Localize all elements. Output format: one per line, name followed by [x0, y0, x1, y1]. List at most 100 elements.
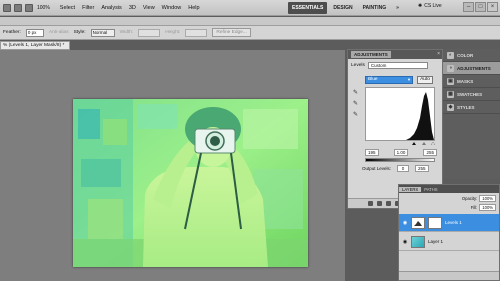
return-icon[interactable] — [368, 201, 373, 206]
minibridge-icon[interactable] — [14, 3, 22, 12]
fill-row: Fill: 100% — [399, 203, 499, 211]
gray-point-eyedropper-icon[interactable]: ✎ — [353, 101, 360, 108]
menu-bar: 100% Select Filter Analysis 3D View Wind… — [0, 0, 500, 16]
opacity-label: Opacity: — [461, 195, 478, 201]
dock-item-label: SWATCHES — [457, 91, 483, 97]
menu-analysis[interactable]: Analysis — [101, 5, 121, 11]
levels-label: Levels — [351, 63, 365, 68]
dock-item-styles[interactable]: ◆ STYLES — [443, 101, 500, 114]
layer-thumbnail — [411, 235, 425, 248]
adjustments-icon: ◑ — [447, 64, 454, 72]
menu-window[interactable]: Window — [162, 5, 182, 11]
minimize-button[interactable]: – — [463, 2, 474, 12]
width-label: Width: — [119, 30, 134, 35]
menu-3d[interactable]: 3D — [129, 5, 136, 11]
panel-dock: ◐ COLOR ◑ ADJUSTMENTS ▣ MASKS ▦ SWATCHES… — [443, 49, 500, 179]
refine-edge-button[interactable]: Refine Edge... — [212, 28, 251, 37]
white-point-slider — [430, 142, 435, 145]
styles-icon: ◆ — [447, 103, 454, 111]
photo-image — [73, 99, 308, 267]
channel-select[interactable]: Blue ▼ — [365, 76, 413, 84]
opacity-field[interactable]: 100% — [479, 194, 496, 202]
app-icons — [0, 3, 33, 12]
application-bar-strip — [0, 17, 500, 26]
adjustments-panel-header: ADJUSTMENTS — [348, 50, 442, 59]
workspace-painting[interactable]: PAINTING — [359, 2, 391, 14]
auto-button[interactable]: Auto — [417, 76, 433, 84]
input-mid-field[interactable]: 1.00 — [393, 149, 409, 156]
zoom-level[interactable]: 100% — [33, 5, 54, 11]
dock-item-color[interactable]: ◐ COLOR — [443, 49, 500, 62]
menu-view[interactable]: View — [143, 5, 155, 11]
dock-item-label: ADJUSTMENTS — [457, 65, 491, 71]
swatches-icon: ▦ — [447, 90, 454, 98]
bridge-icon[interactable] — [3, 3, 11, 12]
layers-panel: LAYERS PATHS Opacity: 100% Fill: 100% ◉ … — [398, 184, 500, 281]
opacity-row: Opacity: 100% — [399, 194, 499, 202]
maximize-button[interactable]: □ — [475, 2, 486, 12]
eyedropper-tools: ✎ ✎ ✎ — [353, 90, 360, 119]
menu-filter[interactable]: Filter — [82, 5, 94, 11]
black-point-eyedropper-icon[interactable]: ✎ — [353, 90, 360, 97]
workspace-essentials[interactable]: ESSENTIALS — [288, 2, 328, 14]
hand-tool-icon[interactable] — [25, 3, 33, 12]
histogram-graph — [406, 92, 434, 140]
width-input[interactable] — [138, 28, 161, 37]
photoshop-window: 100% Select Filter Analysis 3D View Wind… — [0, 0, 500, 281]
menu-help[interactable]: Help — [188, 5, 199, 11]
output-white-field[interactable]: 255 — [415, 165, 429, 172]
style-label: Style: — [73, 30, 86, 35]
output-gradient — [365, 158, 435, 162]
layer-name: Levels 1 — [445, 220, 462, 225]
cs-live-label: CS Live — [424, 3, 442, 9]
close-button[interactable]: × — [487, 2, 498, 12]
output-black-field[interactable]: 0 — [397, 165, 410, 172]
visibility-icon[interactable] — [386, 201, 391, 206]
dock-item-label: MASKS — [457, 78, 474, 84]
workspace-design[interactable]: DESIGN — [329, 2, 356, 14]
tab-layers[interactable]: LAYERS — [399, 186, 422, 192]
tool-options-bar: Feather: 0 px Anti-alias Style: Normal W… — [0, 26, 500, 40]
eye-icon[interactable]: ◉ — [402, 239, 408, 245]
levels-preset-row: Levels Custom — [351, 62, 428, 69]
midpoint-slider — [422, 142, 426, 145]
height-input[interactable] — [185, 28, 208, 37]
document-tab[interactable]: % (Levels 1, Layer Mask/8) * — [0, 41, 70, 50]
adjustment-thumbnail — [411, 216, 425, 229]
input-white-field[interactable]: 255 — [423, 149, 437, 156]
fill-field[interactable]: 100% — [479, 203, 496, 211]
cs-live[interactable]: ✺ CS Live — [418, 3, 442, 9]
white-point-eyedropper-icon[interactable]: ✎ — [353, 112, 360, 119]
preset-select[interactable]: Custom — [367, 62, 428, 69]
layer-row-layer1[interactable]: ◉ Layer 1 — [399, 233, 499, 251]
layer-row-levels[interactable]: ◉ Levels 1 — [399, 214, 499, 232]
output-levels-label: Output Levels: — [362, 166, 392, 171]
eye-icon[interactable]: ◉ — [402, 220, 408, 226]
menu-select[interactable]: Select — [60, 5, 75, 11]
document-photo[interactable] — [73, 99, 308, 267]
anti-alias-checkbox[interactable]: Anti-alias — [49, 30, 69, 35]
style-select[interactable]: Normal — [90, 28, 115, 37]
dock-item-masks[interactable]: ▣ MASKS — [443, 75, 500, 88]
masks-icon: ▣ — [447, 77, 454, 85]
tab-adjustments[interactable]: ADJUSTMENTS — [351, 51, 391, 58]
dock-item-swatches[interactable]: ▦ SWATCHES — [443, 88, 500, 101]
channel-row: Blue ▼ Auto — [365, 76, 433, 84]
workspace-more[interactable]: » — [392, 2, 403, 14]
dock-item-label: STYLES — [457, 104, 475, 110]
window-controls: – □ × — [463, 2, 498, 12]
input-sliders — [412, 142, 435, 145]
layers-footer — [399, 271, 499, 280]
layer-mask-thumbnail[interactable] — [428, 216, 442, 229]
tab-paths[interactable]: PATHS — [421, 187, 440, 192]
dock-item-adjustments[interactable]: ◑ ADJUSTMENTS — [443, 62, 500, 75]
clip-layer-icon[interactable] — [377, 201, 382, 206]
input-black-field[interactable]: 195 — [365, 149, 379, 156]
input-levels: 195 1.00 255 — [365, 149, 437, 156]
channel-value: Blue — [368, 77, 378, 82]
cs-live-icon: ✺ — [418, 3, 423, 9]
panel-close-icon[interactable]: × — [437, 51, 440, 57]
feather-label: Feather: — [3, 30, 21, 35]
feather-input[interactable]: 0 px — [25, 28, 44, 37]
layer-name: Layer 1 — [428, 239, 444, 244]
